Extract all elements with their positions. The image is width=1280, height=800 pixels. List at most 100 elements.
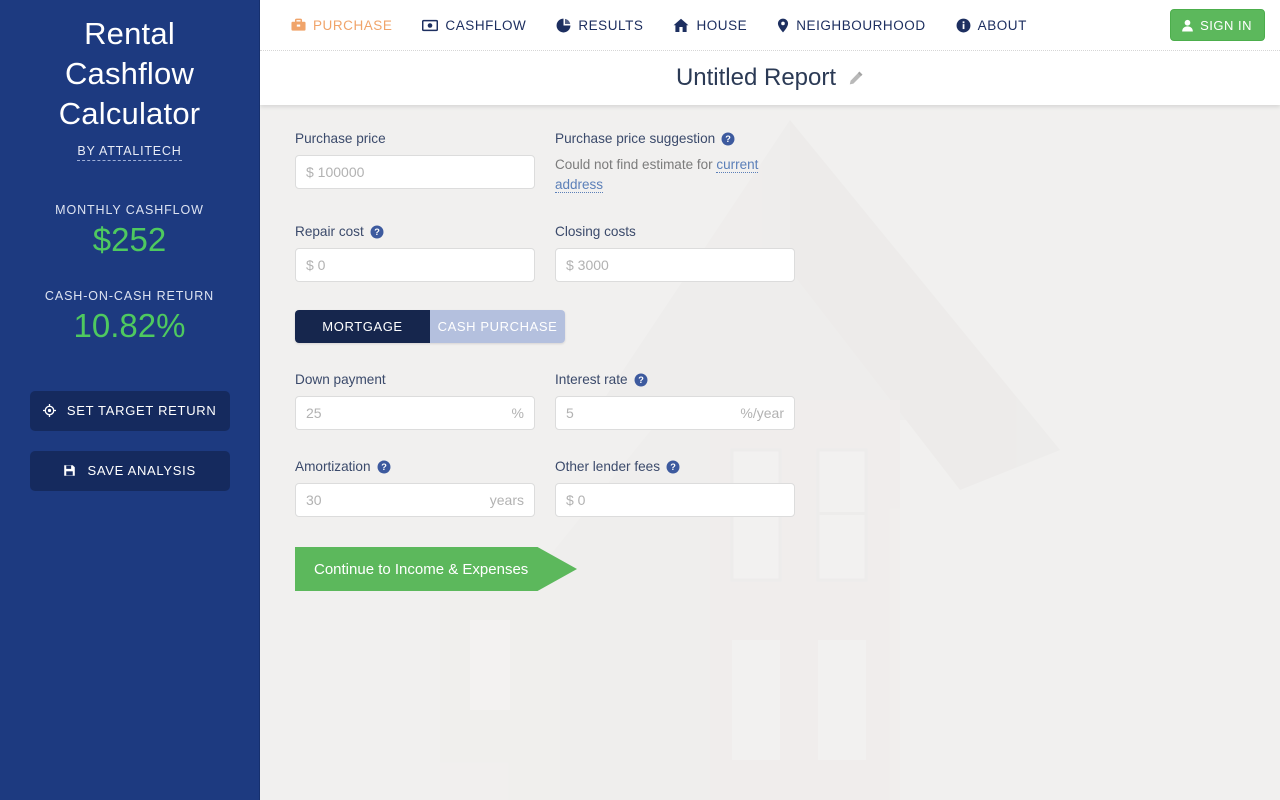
nav-label-neighbourhood: NEIGHBOURHOOD: [796, 17, 926, 33]
svg-text:?: ?: [381, 462, 387, 472]
label-text-amortization: Amortization: [295, 459, 371, 474]
page-title: Untitled Report: [675, 64, 837, 91]
sign-in-button[interactable]: SIGN IN: [1170, 9, 1265, 41]
main-content: PURCHASE CASHFLOW RESULTS HOUSE NEIGHBOU…: [260, 0, 1280, 800]
nav-item-about[interactable]: ABOUT: [956, 18, 1027, 33]
set-target-return-label: SET TARGET RETURN: [66, 402, 217, 418]
repair-cost-input-wrap: [295, 248, 535, 282]
field-purchase-price-suggestion: Purchase price suggestion ? Could not fi…: [555, 131, 795, 195]
other-lender-fees-input-wrap: [555, 483, 795, 517]
briefcase-icon: [291, 18, 306, 33]
home-icon: [673, 18, 689, 33]
set-target-return-button[interactable]: SET TARGET RETURN: [29, 391, 230, 431]
pencil-icon[interactable]: [848, 70, 864, 86]
label-text-interest-rate: Interest rate: [555, 372, 628, 387]
stat-label-cash-on-cash: CASH-ON-CASH RETURN: [44, 289, 215, 303]
label-other-lender-fees: Other lender fees ?: [555, 459, 795, 474]
purchase-price-input[interactable]: [295, 155, 535, 189]
brand-line-1: Rental: [84, 16, 175, 51]
form-row-4: Amortization ? years Other lender fees ?: [295, 459, 1280, 517]
app-brand-title: Rental Cashflow Calculator: [0, 0, 259, 134]
user-icon: [1181, 19, 1194, 32]
nav-item-neighbourhood[interactable]: NEIGHBOURHOOD: [777, 18, 925, 33]
save-analysis-button[interactable]: SAVE ANALYSIS: [29, 451, 230, 491]
toggle-cash-purchase-button[interactable]: CASH PURCHASE: [430, 310, 565, 343]
svg-text:?: ?: [670, 462, 676, 472]
nav-label-cashflow: CASHFLOW: [445, 17, 527, 33]
continue-to-income-expenses-button[interactable]: Continue to Income & Expenses: [295, 547, 577, 591]
help-circle-icon[interactable]: ?: [370, 225, 384, 239]
field-repair-cost: Repair cost ?: [295, 224, 535, 282]
interest-rate-input-wrap: %/year: [555, 396, 795, 430]
label-purchase-price-suggestion: Purchase price suggestion ?: [555, 131, 795, 146]
nav-label-results: RESULTS: [578, 17, 644, 33]
form-row-3: Down payment % Interest rate ? %/year: [295, 372, 1280, 430]
help-circle-icon[interactable]: ?: [634, 373, 648, 387]
label-amortization: Amortization ?: [295, 459, 535, 474]
other-lender-fees-input[interactable]: [555, 483, 795, 517]
help-circle-icon[interactable]: ?: [377, 460, 391, 474]
label-repair-cost: Repair cost ?: [295, 224, 535, 239]
stat-label-monthly-cashflow: MONTHLY CASHFLOW: [55, 203, 204, 217]
amortization-input[interactable]: [295, 483, 535, 517]
label-interest-rate: Interest rate ?: [555, 372, 795, 387]
sign-in-label: SIGN IN: [1200, 17, 1252, 33]
nav-label-house: HOUSE: [696, 17, 748, 33]
field-purchase-price: Purchase price: [295, 131, 535, 195]
help-circle-icon[interactable]: ?: [721, 132, 735, 146]
help-circle-icon[interactable]: ?: [666, 460, 680, 474]
info-circle-icon: [956, 18, 971, 33]
field-down-payment: Down payment %: [295, 372, 535, 430]
note-prefix: Could not find estimate for: [555, 157, 717, 172]
interest-rate-input[interactable]: [555, 396, 795, 430]
form-row-1: Purchase price Purchase price suggestion…: [295, 131, 1280, 195]
label-text-other-lender-fees: Other lender fees: [555, 459, 661, 474]
closing-costs-input-wrap: [555, 248, 795, 282]
nav-item-purchase[interactable]: PURCHASE: [291, 18, 392, 33]
purchase-price-suggestion-note: Could not find estimate for current addr…: [555, 155, 795, 195]
stat-monthly-cashflow: MONTHLY CASHFLOW $252: [0, 203, 259, 261]
pie-chart-icon: [556, 18, 571, 33]
closing-costs-input[interactable]: [555, 248, 795, 282]
purchase-price-input-wrap: [295, 155, 535, 189]
purchase-form: Purchase price Purchase price suggestion…: [260, 105, 1280, 591]
nav-item-results[interactable]: RESULTS: [556, 18, 643, 33]
stat-value-monthly-cashflow: $252: [92, 221, 167, 258]
report-title-bar: Untitled Report: [260, 51, 1280, 105]
down-payment-input[interactable]: [295, 396, 535, 430]
svg-text:?: ?: [638, 375, 644, 385]
field-closing-costs: Closing costs: [555, 224, 795, 282]
field-interest-rate: Interest rate ? %/year: [555, 372, 795, 430]
financing-type-toggle: MORTGAGE CASH PURCHASE: [295, 310, 565, 343]
label-text-repair-cost: Repair cost: [295, 224, 364, 239]
top-navigation-bar: PURCHASE CASHFLOW RESULTS HOUSE NEIGHBOU…: [260, 0, 1280, 51]
brand-line-2: Cashflow: [64, 56, 195, 91]
nav-label-about: ABOUT: [977, 17, 1027, 33]
map-pin-icon: [777, 18, 789, 33]
crosshair-icon: [42, 403, 60, 420]
form-row-2: Repair cost ? Closing costs: [295, 224, 1280, 282]
label-down-payment: Down payment: [295, 372, 386, 387]
svg-text:?: ?: [725, 134, 731, 144]
label-closing-costs: Closing costs: [555, 224, 636, 239]
amortization-input-wrap: years: [295, 483, 535, 517]
stat-cash-on-cash-return: CASH-ON-CASH RETURN 10.82%: [0, 289, 259, 347]
nav-item-house[interactable]: HOUSE: [673, 18, 747, 33]
field-amortization: Amortization ? years: [295, 459, 535, 517]
field-other-lender-fees: Other lender fees ?: [555, 459, 795, 517]
label-purchase-price: Purchase price: [295, 131, 386, 146]
brand-byline[interactable]: BY ATTALITECH: [77, 144, 182, 161]
down-payment-input-wrap: %: [295, 396, 535, 430]
nav-item-cashflow[interactable]: CASHFLOW: [422, 18, 526, 33]
sidebar: Rental Cashflow Calculator BY ATTALITECH…: [0, 0, 260, 800]
save-analysis-label: SAVE ANALYSIS: [87, 462, 196, 478]
repair-cost-input[interactable]: [295, 248, 535, 282]
money-bill-icon: [422, 18, 439, 33]
toggle-mortgage-button[interactable]: MORTGAGE: [295, 310, 430, 343]
svg-text:?: ?: [374, 227, 380, 237]
floppy-disk-icon: [63, 464, 80, 480]
brand-line-3: Calculator: [58, 96, 201, 131]
